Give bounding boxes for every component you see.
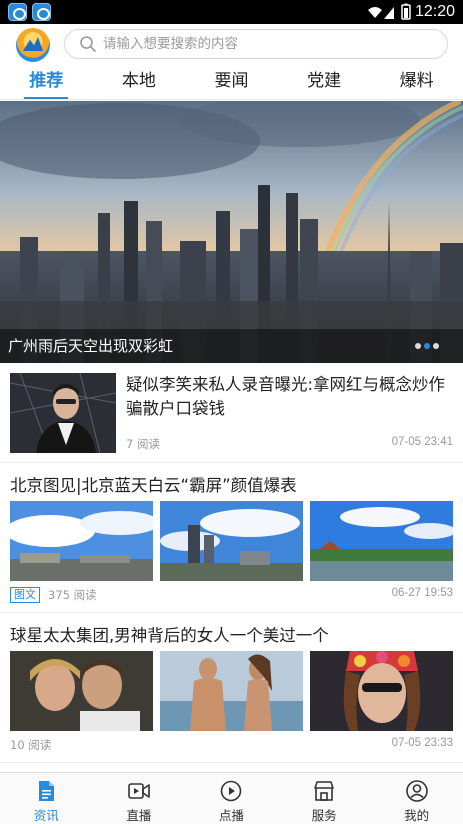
- tab-local[interactable]: 本地: [93, 66, 186, 99]
- news-title: 北京图见|北京蓝天白云“霸屏”颜值爆表: [10, 476, 297, 495]
- banner-image: [0, 101, 463, 363]
- search-box[interactable]: [64, 29, 448, 59]
- user-icon: [405, 780, 428, 802]
- news-item[interactable]: 球星太太集团,男神背后的女人一个美过一个 10 阅读 07-05 23:33: [0, 613, 463, 763]
- news-image-row: [10, 501, 453, 581]
- carousel-dot[interactable]: [415, 343, 421, 349]
- nav-vod[interactable]: 点播: [185, 773, 278, 824]
- news-image: [160, 651, 303, 731]
- app-notification-icon: [32, 3, 51, 21]
- news-image-row: [10, 651, 453, 731]
- banner-carousel[interactable]: 广州雨后天空出现双彩虹: [0, 101, 463, 363]
- play-icon: [221, 780, 242, 802]
- news-item[interactable]: 疑似李笑来私人录音曝光:拿网红与概念炒作骗散户口袋钱 7 阅读 07-05 23…: [0, 363, 463, 463]
- bottom-nav: 资讯 直播 点播 服务 我的: [0, 772, 463, 824]
- nav-service[interactable]: 服务: [278, 773, 371, 824]
- news-image: [10, 501, 153, 581]
- news-image: [310, 651, 453, 731]
- news-item[interactable]: 北京图见|北京蓝天白云“霸屏”颜值爆表 图文 375 阅读 06-27 19:5…: [0, 463, 463, 613]
- news-title: 球星太太集团,男神背后的女人一个美过一个: [10, 626, 329, 645]
- tab-tips[interactable]: 爆料: [370, 66, 463, 99]
- news-image: [310, 501, 453, 581]
- read-count: 7 阅读: [126, 437, 160, 451]
- news-meta: 图文 375 阅读: [10, 587, 97, 603]
- news-meta: 10 阅读: [10, 737, 51, 753]
- nav-label: 点播: [218, 808, 244, 823]
- app-notification-icon: [8, 3, 27, 21]
- app-logo[interactable]: [16, 28, 50, 62]
- news-thumbnail: [10, 373, 116, 453]
- content-type-badge: 图文: [10, 587, 40, 603]
- nav-mine[interactable]: 我的: [370, 773, 463, 824]
- read-count: 10 阅读: [10, 738, 52, 752]
- search-input[interactable]: [103, 36, 423, 52]
- nav-news[interactable]: 资讯: [0, 773, 93, 824]
- service-store-icon: [314, 781, 334, 801]
- status-time: 12:20: [414, 3, 455, 20]
- carousel-dot[interactable]: [433, 343, 439, 349]
- publish-time: 07-05 23:33: [391, 737, 453, 749]
- tab-party[interactable]: 党建: [278, 66, 371, 99]
- news-icon: [39, 781, 55, 801]
- publish-time: 07-05 23:41: [391, 436, 453, 448]
- news-title: 疑似李笑来私人录音曝光:拿网红与概念炒作骗散户口袋钱: [126, 375, 446, 418]
- carousel-dot-active[interactable]: [424, 343, 430, 349]
- nav-live[interactable]: 直播: [93, 773, 186, 824]
- read-count: 375 阅读: [48, 588, 97, 602]
- news-image: [160, 501, 303, 581]
- banner-caption: 广州雨后天空出现双彩虹: [8, 337, 174, 355]
- top-bar: [0, 24, 463, 66]
- news-image: [10, 651, 153, 731]
- signal-battery-icon: [368, 3, 411, 20]
- tab-headlines[interactable]: 要闻: [185, 66, 278, 99]
- nav-label: 服务: [311, 808, 337, 823]
- publish-time: 06-27 19:53: [391, 587, 453, 599]
- live-video-icon: [128, 783, 150, 799]
- search-icon: [80, 36, 96, 52]
- tab-recommend[interactable]: 推荐: [0, 66, 93, 99]
- nav-label: 资讯: [33, 808, 59, 823]
- carousel-indicator: [415, 343, 439, 349]
- nav-label: 我的: [404, 808, 430, 823]
- status-bar: 12:20: [0, 0, 463, 24]
- nav-label: 直播: [126, 808, 152, 823]
- category-tabs: 推荐 本地 要闻 党建 爆料: [0, 66, 463, 100]
